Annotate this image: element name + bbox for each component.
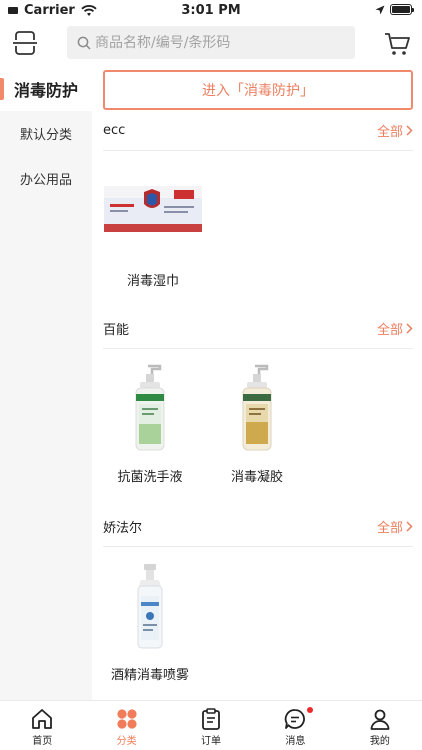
divider <box>103 150 413 151</box>
category-icon <box>117 709 137 729</box>
divider <box>103 546 413 547</box>
order-icon <box>202 708 220 730</box>
tab-label: 分类 <box>116 736 137 747</box>
tab-label: 我的 <box>369 736 390 747</box>
section-title: 娇法尔 <box>103 520 143 536</box>
product-image <box>101 184 205 232</box>
product-card[interactable]: 消毒凝胶 <box>205 362 309 485</box>
see-all-label: 全部 <box>376 520 403 536</box>
unread-badge <box>307 707 314 713</box>
product-name: 抗菌洗手液 <box>117 470 183 485</box>
message-icon <box>285 709 306 729</box>
profile-icon <box>370 709 390 730</box>
product-image <box>205 362 309 452</box>
status-time: 3:01 PM <box>181 3 241 18</box>
tab-orders[interactable]: 订单 <box>169 701 253 750</box>
product-card[interactable]: 消毒湿巾 <box>101 184 205 289</box>
bottom-tabbar: 首页 分类 订单 消息 我的 <box>0 700 422 750</box>
wipes-pack-image <box>104 186 202 232</box>
hand-wash-bottle-image <box>135 364 165 451</box>
chevron-right-icon <box>406 322 413 334</box>
scan-icon[interactable] <box>13 30 37 56</box>
header <box>0 22 422 66</box>
sidebar-item-default[interactable]: 默认分类 <box>0 111 92 156</box>
product-card[interactable]: 抗菌洗手液 <box>98 362 202 485</box>
see-all-label: 全部 <box>376 322 403 338</box>
see-all-link[interactable]: 全部 <box>377 517 413 536</box>
chevron-right-icon <box>406 520 413 532</box>
cart-icon[interactable] <box>384 32 410 56</box>
sidebar-item-label: 办公用品 <box>19 173 72 188</box>
battery-icon <box>390 4 414 15</box>
tab-label: 首页 <box>32 736 53 747</box>
section-title: 百能 <box>103 322 130 338</box>
tab-home[interactable]: 首页 <box>0 701 84 750</box>
section-header: ecc 全部 <box>103 120 413 140</box>
tab-profile[interactable]: 我的 <box>338 701 422 750</box>
status-bar: Carrier 3:01 PM <box>0 0 422 22</box>
alcohol-spray-image <box>137 564 163 649</box>
category-sidebar: 消毒防护 默认分类 办公用品 <box>0 66 92 700</box>
section-title: ecc <box>103 122 126 138</box>
sidebar-item-label: 消毒防护 <box>13 80 78 100</box>
sidebar-item-label: 默认分类 <box>19 128 72 143</box>
product-image <box>98 560 202 650</box>
search-bar[interactable] <box>67 26 355 59</box>
sidebar-item-office[interactable]: 办公用品 <box>0 156 92 201</box>
search-input[interactable] <box>95 34 335 51</box>
product-image <box>98 362 202 452</box>
section-header: 百能 全部 <box>103 318 413 338</box>
tab-label: 订单 <box>201 736 222 747</box>
section-header: 娇法尔 全部 <box>103 516 413 536</box>
product-name: 消毒湿巾 <box>126 274 179 289</box>
status-right <box>375 4 414 15</box>
gel-bottle-image <box>242 364 272 451</box>
tab-category[interactable]: 分类 <box>84 701 168 750</box>
enter-category-button[interactable]: 进入「消毒防护」 <box>103 70 413 110</box>
tab-messages[interactable]: 消息 <box>253 701 337 750</box>
see-all-label: 全部 <box>376 124 403 140</box>
sidebar-item-disinfection[interactable]: 消毒防护 <box>0 66 92 111</box>
product-name: 消毒凝胶 <box>230 470 283 485</box>
see-all-link[interactable]: 全部 <box>377 121 413 140</box>
search-icon <box>77 36 91 50</box>
chevron-right-icon <box>406 124 413 136</box>
category-content: 进入「消毒防护」 ecc 全部 消毒湿巾 百能 全部 抗菌洗手液 消毒凝胶 娇法… <box>92 66 422 700</box>
see-all-link[interactable]: 全部 <box>377 319 413 338</box>
divider <box>103 348 413 349</box>
home-icon <box>32 709 53 729</box>
tab-label: 消息 <box>285 736 306 747</box>
product-card[interactable]: 酒精消毒喷雾 <box>98 560 202 683</box>
location-arrow-icon <box>375 5 385 14</box>
product-name: 酒精消毒喷雾 <box>110 668 189 683</box>
